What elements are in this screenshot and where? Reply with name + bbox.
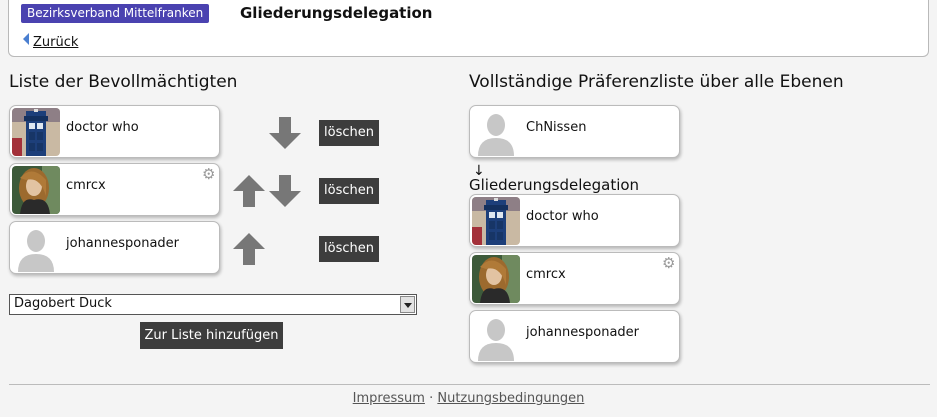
member-card[interactable]: cmrcx ⚙ [9, 163, 220, 216]
impressum-link[interactable]: Impressum [353, 391, 425, 406]
delete-button[interactable]: löschen [319, 120, 379, 146]
back-link[interactable]: Zurück [23, 33, 78, 50]
gear-icon[interactable]: ⚙ [662, 256, 677, 271]
arrow-down-icon[interactable] [268, 173, 302, 209]
avatar [12, 166, 60, 214]
delete-button[interactable]: löschen [319, 236, 379, 262]
arrow-down-icon[interactable] [268, 115, 302, 151]
arrow-up-icon[interactable] [232, 231, 266, 267]
member-name[interactable]: cmrcx [526, 267, 566, 282]
member-name[interactable]: johannesponader [526, 325, 639, 340]
member-card[interactable]: cmrcx ⚙ [469, 252, 680, 305]
avatar [472, 313, 520, 361]
add-to-list-button[interactable]: Zur Liste hinzufügen [140, 322, 283, 349]
header-box: Bezirksverband Mittelfranken Gliederungs… [8, 0, 929, 57]
member-name[interactable]: johannesponader [66, 236, 179, 251]
gear-icon[interactable]: ⚙ [202, 167, 217, 182]
member-card[interactable]: ChNissen [469, 105, 680, 158]
arrow-up-icon[interactable] [232, 173, 266, 209]
avatar [472, 255, 520, 303]
member-name[interactable]: cmrcx [66, 178, 106, 193]
back-label: Zurück [33, 35, 79, 50]
member-card[interactable]: doctor who [469, 194, 680, 247]
member-select-value: Dagobert Duck [14, 296, 112, 311]
footer: Impressum · Nutzungsbedingungen [0, 391, 937, 406]
delegates-list-title: Liste der Bevollmächtigten [9, 72, 238, 92]
avatar [472, 108, 520, 156]
member-name[interactable]: ChNissen [526, 120, 586, 135]
chevron-down-icon[interactable] [400, 296, 415, 313]
footer-divider [9, 384, 930, 385]
member-name[interactable]: doctor who [526, 209, 599, 224]
avatar [472, 197, 520, 245]
preference-area-label: Gliederungsdelegation [469, 176, 640, 194]
avatar [12, 108, 60, 156]
avatar [12, 224, 60, 272]
member-select[interactable]: Dagobert Duck [9, 294, 417, 315]
member-card[interactable]: doctor who [9, 105, 220, 158]
footer-separator: · [429, 391, 434, 406]
delete-button[interactable]: löschen [319, 178, 379, 204]
preference-list-title: Vollständige Präferenzliste über alle Eb… [469, 72, 844, 92]
terms-link[interactable]: Nutzungsbedingungen [437, 391, 584, 406]
unit-badge[interactable]: Bezirksverband Mittelfranken [21, 4, 210, 23]
triangle-left-icon [23, 33, 29, 45]
area-title: Gliederungsdelegation [240, 4, 433, 22]
member-card[interactable]: johannesponader [469, 310, 680, 363]
member-name[interactable]: doctor who [66, 120, 139, 135]
member-card[interactable]: johannesponader [9, 221, 220, 274]
